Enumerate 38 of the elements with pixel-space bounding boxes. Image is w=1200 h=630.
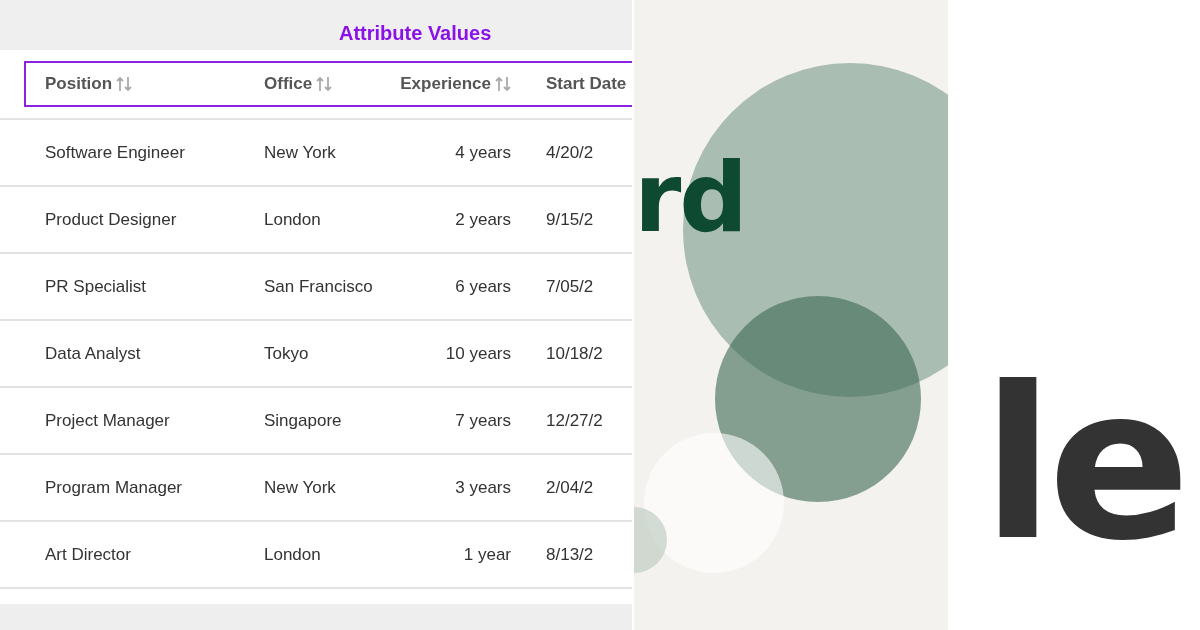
graphic-text: rd [634,150,747,246]
table-cell: PR Specialist [45,276,147,297]
column-header[interactable]: Office [264,74,313,94]
table-cell: 9/15/2 [546,209,594,230]
table-cell: Project Manager [45,410,170,431]
sort-icon[interactable] [316,75,333,93]
table-cell: 10/18/2 [546,343,603,364]
table-cell: New York [264,477,336,498]
table-cell: 1 year [463,544,511,565]
table-cell: London [264,544,321,565]
table-cell: Software Engineer [45,142,185,163]
table-cell: 2 years [455,209,511,230]
sort-icon[interactable] [116,75,133,93]
table-cell: 4/20/2 [546,142,594,163]
table-cell: Data Analyst [45,343,141,364]
table-cell: New York [264,142,336,163]
table-cell: Program Manager [45,477,182,498]
table-cell: 8/13/2 [546,544,594,565]
table-cell: 4 years [455,142,511,163]
table-cell: 2/04/2 [546,477,594,498]
logo-text: le [982,360,1185,570]
table-cell: San Francisco [264,276,373,297]
table-cell: 6 years [455,276,511,297]
table-cell: 10 years [445,343,511,364]
table-cell: Tokyo [264,343,309,364]
column-header[interactable]: Position [45,74,113,94]
sort-icon[interactable] [495,75,511,93]
table-cell: 7/05/2 [546,276,594,297]
table-cell: 3 years [455,477,511,498]
table-cell: 7 years [455,410,511,431]
table-title: Attribute Values [339,22,492,46]
table-cell: Product Designer [45,209,177,230]
table-cell: 12/27/2 [546,410,603,431]
table-cell: Singapore [264,410,342,431]
column-header[interactable]: Experience [400,74,491,94]
column-header[interactable]: Start Date [546,74,627,94]
table-cell: Art Director [45,544,131,565]
table-cell: London [264,209,321,230]
